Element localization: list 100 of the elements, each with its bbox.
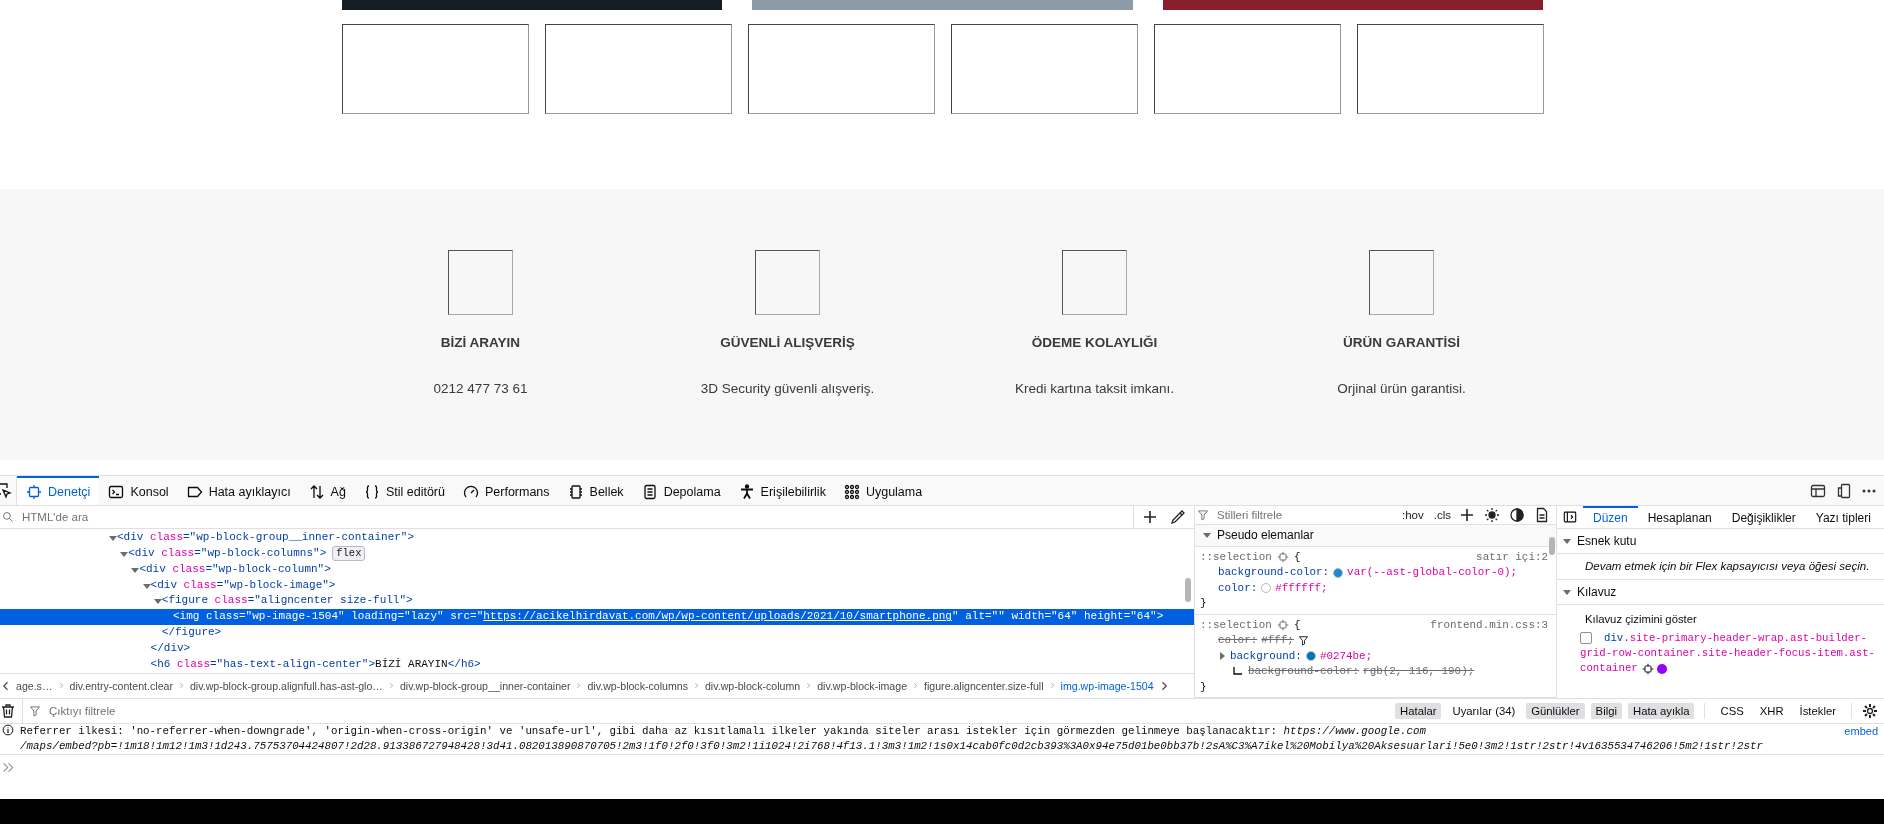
filter-icon <box>29 705 41 717</box>
markup-line[interactable]: <div class="wp-block-column"> <box>139 561 331 578</box>
hov-toggle[interactable]: :hov <box>1400 509 1426 522</box>
css-property[interactable]: background-color: <box>1218 565 1330 581</box>
filter-toggle[interactable]: Günlükler <box>1526 703 1585 719</box>
breadcrumb[interactable]: div.wp-block-image <box>816 680 909 693</box>
image-placeholder <box>1369 250 1434 315</box>
filter-toggle[interactable]: Bilgi <box>1590 703 1622 719</box>
css-value[interactable]: #fff; <box>1261 633 1294 649</box>
markup-line[interactable]: <h6 class="has-text-align-center">BİZİ ARAYIN</h6> <box>0 657 481 673</box>
markup-line[interactable]: <div class="wp-block-group__inner-container"> <box>117 529 415 546</box>
css-value[interactable]: #ffffff; <box>1275 580 1328 596</box>
sidebar-tab[interactable]: Değişiklikler <box>1721 506 1806 528</box>
search-field[interactable]: HTML'de ara <box>20 509 1127 524</box>
feature-text: 3D Security güvenli alışveriş. <box>700 381 875 396</box>
filter-toggle[interactable]: İstekler <box>1794 703 1841 719</box>
css-property[interactable]: color: <box>1218 633 1258 649</box>
source-link[interactable]: satır içi:2 <box>1476 549 1548 565</box>
filter-toggle[interactable]: Uyarılar (34) <box>1447 703 1521 719</box>
prompt-icon <box>2 761 15 774</box>
css-brace: { <box>1293 617 1301 633</box>
eyedropper-icon <box>1170 508 1186 525</box>
devtools-tab[interactable]: Hata ayıklayıcı <box>177 476 300 505</box>
expand-triangle-icon[interactable] <box>1203 531 1211 540</box>
devtools-tab[interactable]: Denetçi <box>17 476 100 505</box>
cls-toggle[interactable]: .cls <box>1431 509 1453 522</box>
expand-triangle-icon[interactable] <box>120 549 129 558</box>
breadcrumb[interactable]: div.wp-block-columns <box>586 680 689 693</box>
markup-line[interactable]: <div class="wp-block-columns"> <box>128 545 327 562</box>
filter-field[interactable]: Çıktıyı filtrele <box>47 704 1390 718</box>
plus-icon <box>1142 508 1158 525</box>
css-brace: { <box>1293 549 1301 565</box>
expand-triangle-icon[interactable] <box>131 565 140 574</box>
css-value[interactable]: var(--ast-global-color-0); <box>1347 565 1518 581</box>
source-link[interactable]: embed <box>1844 724 1878 754</box>
color-dot[interactable] <box>1656 663 1667 674</box>
section-header[interactable]: Pseudo elemanlar <box>1217 528 1314 543</box>
expand-triangle-icon[interactable] <box>1563 537 1571 545</box>
css-value[interactable]: rgb(2, 116, 190); <box>1363 664 1475 680</box>
devtools-tab[interactable]: Performans <box>453 476 559 505</box>
devtools-tab[interactable]: Depolama <box>632 476 730 505</box>
css-value[interactable]: #0274be; <box>1319 648 1373 664</box>
expand-triangle-icon[interactable] <box>153 597 162 606</box>
expand-triangle-icon[interactable] <box>1218 652 1226 661</box>
color-swatch[interactable] <box>1305 651 1316 662</box>
hint-text: Devam etmek için bir Flex kapsayıcısı veya öğesi seçin. <box>1557 554 1884 580</box>
filter-toggle[interactable]: Hata ayıkla <box>1627 703 1695 719</box>
css-property[interactable]: background: <box>1230 648 1302 664</box>
cursor-icon <box>0 482 12 499</box>
image-placeholder <box>448 250 513 315</box>
section-header[interactable]: Kılavuz <box>1577 585 1617 599</box>
expand-triangle-icon[interactable] <box>1563 588 1571 596</box>
sidebar-toggle-icon <box>1563 510 1577 524</box>
expand-triangle-icon[interactable] <box>142 581 151 590</box>
devtools-tab[interactable]: Bellek <box>558 476 633 505</box>
breadcrumb[interactable]: age.s… <box>15 680 54 693</box>
expand-triangle-icon[interactable] <box>109 533 117 542</box>
color-swatch[interactable] <box>1261 583 1272 594</box>
scrollbar-thumb[interactable] <box>1549 537 1555 555</box>
more-icon <box>1862 488 1876 493</box>
devtools-tab[interactable]: Stil editörü <box>354 476 454 505</box>
filter-toggle[interactable]: Hatalar <box>1395 703 1442 719</box>
filter-toggle[interactable]: XHR <box>1754 703 1789 719</box>
breadcrumb[interactable]: div.wp-block-group__inner-container <box>398 680 572 693</box>
grid-dots-icon <box>843 483 860 500</box>
search-icon <box>2 510 14 523</box>
breadcrumb[interactable]: img.wp-image-1504 <box>1059 680 1155 693</box>
color-swatch[interactable] <box>1333 567 1344 578</box>
checkbox[interactable] <box>1580 632 1592 644</box>
sidebar-tab[interactable]: Hesaplanan <box>1637 506 1722 528</box>
section-header[interactable]: Esnek kutu <box>1577 534 1637 548</box>
settings-icon <box>1862 703 1878 719</box>
layout-icon <box>1810 482 1826 499</box>
frame-icon <box>26 483 42 500</box>
image-placeholder <box>1062 250 1127 315</box>
markup-line[interactable]: <div class="wp-block-image"> <box>150 577 336 594</box>
css-property[interactable]: color: <box>1218 580 1258 596</box>
breadcrumb[interactable]: div.entry-content.clear <box>68 680 174 693</box>
markup-line[interactable]: </figure> <box>0 625 222 642</box>
accessibility-icon <box>738 483 755 500</box>
flex-badge[interactable]: flex <box>332 546 366 562</box>
sidebar-tab[interactable]: Yazı tipleri <box>1805 506 1881 528</box>
css-property[interactable]: background-color: <box>1248 664 1360 680</box>
source-link[interactable]: frontend.min.css:3 <box>1430 617 1548 633</box>
filter-icon[interactable] <box>1297 635 1309 647</box>
breadcrumb[interactable]: figure.aligncenter.size-full <box>923 680 1045 693</box>
feature-text: 0212 477 73 61 <box>433 381 528 396</box>
filter-field[interactable]: Stilleri filtrele <box>1215 508 1394 523</box>
grid-container-label[interactable]: div.site-primary-header-wrap.ast-builder-grid-row-container.site-header-focus-item.ast-container <box>1580 631 1875 676</box>
breadcrumb[interactable]: div.wp-block-column <box>703 680 802 693</box>
markup-line[interactable]: </div> <box>0 641 191 658</box>
filter-toggle[interactable]: CSS <box>1715 703 1749 719</box>
sidebar-tab[interactable]: Düzen <box>1583 506 1638 528</box>
scrollbar-thumb[interactable] <box>1185 577 1191 602</box>
markup-line[interactable]: <figure class="aligncenter size-full"> <box>161 593 413 610</box>
breadcrumb[interactable]: div.wp-block-group.alignfull.has-ast-glo… <box>188 680 384 693</box>
devtools-tab[interactable]: Ağ <box>299 476 355 505</box>
devtools-tab[interactable]: Konsol <box>99 476 178 505</box>
devtools-tab[interactable]: Uygulama <box>834 476 932 505</box>
devtools-tab[interactable]: Erişilebilirlik <box>729 476 835 505</box>
